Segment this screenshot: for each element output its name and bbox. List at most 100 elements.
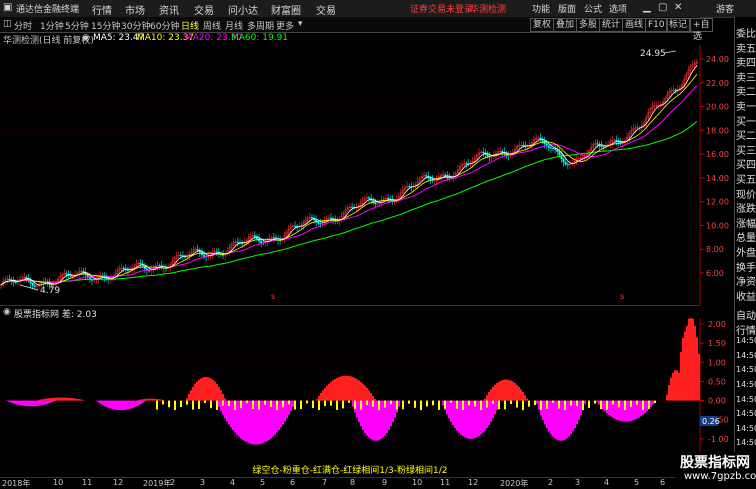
- fuquan-button[interactable]: 复权: [530, 18, 554, 32]
- period-daily[interactable]: 日线: [181, 19, 199, 32]
- quote-field: 外盘: [736, 244, 756, 259]
- tongji-button[interactable]: 统计: [599, 18, 623, 32]
- indicator-magenta-bar: [472, 401, 474, 439]
- f10-button[interactable]: F10: [645, 18, 668, 32]
- period-30min[interactable]: 30分钟: [121, 19, 150, 32]
- candle-body: [237, 242, 239, 243]
- indicator-magenta-bar: [562, 401, 564, 441]
- candle-body: [387, 198, 389, 199]
- indicator-chart[interactable]: 2.001.501.000.500.00-0.50-1.00-1.50 0.26…: [0, 318, 734, 477]
- indicator-red-bar: [74, 398, 76, 400]
- indicator-magenta-bar: [638, 401, 640, 418]
- menu-wenxiaoda[interactable]: 问小达: [228, 2, 258, 17]
- indicator-red-bar: [668, 385, 670, 401]
- indicator-yellow-bar: [540, 401, 542, 410]
- indicator-red-bar: [214, 382, 216, 401]
- close-icon[interactable]: ✕: [674, 2, 682, 13]
- indicator-magenta-bar: [552, 401, 554, 437]
- price-chart[interactable]: 24.0022.0020.0018.0016.0014.0012.0010.00…: [0, 45, 734, 305]
- panel-toggle-icon[interactable]: ◫: [3, 19, 12, 29]
- restore-icon[interactable]: ▢: [658, 2, 667, 13]
- period-multi[interactable]: 多周期: [247, 19, 274, 32]
- indicator-red-bar: [60, 398, 62, 401]
- menu-banmian[interactable]: 版面: [558, 2, 576, 15]
- quote-field: 涨幅: [736, 215, 756, 230]
- period-fenshi[interactable]: 分时: [14, 19, 32, 32]
- indicator-red-bar: [140, 400, 142, 401]
- menu-zixun[interactable]: 资讯: [159, 2, 179, 17]
- menu-caifuquan[interactable]: 财富圈: [271, 2, 301, 17]
- indicator-red-bar: [694, 326, 696, 401]
- indicator-magenta-bar: [366, 401, 368, 436]
- indicator-yellow-bar: [192, 401, 194, 410]
- period-1min[interactable]: 1分钟: [40, 19, 64, 32]
- candle-body: [241, 243, 243, 244]
- time-axis-label: 4: [604, 478, 609, 487]
- candle-body: [197, 249, 199, 250]
- user-label[interactable]: 游客: [716, 2, 734, 15]
- biaoji-button[interactable]: 标记: [666, 18, 690, 32]
- indicator-yellow-bar: [624, 401, 626, 411]
- quote-field: 行情: [736, 322, 756, 337]
- indicator-magenta-bar: [468, 401, 470, 439]
- indicator-yellow-bar: [354, 401, 356, 409]
- indicator-yellow-bar: [588, 401, 590, 408]
- indicator-yellow-bar: [276, 401, 278, 411]
- indicator-red-bar: [216, 384, 218, 401]
- add-watchlist-button[interactable]: +自选: [690, 18, 713, 32]
- indicator-yellow-bar: [360, 401, 362, 410]
- indicator-magenta-bar: [364, 401, 366, 433]
- legend-toggle-icon[interactable]: ◉: [82, 33, 90, 43]
- menu-shichang[interactable]: 市场: [125, 2, 145, 17]
- indicator-toggle-icon[interactable]: ◉: [3, 307, 11, 317]
- indicator-yellow-bar: [282, 401, 284, 408]
- menu-gongneng[interactable]: 功能: [532, 2, 550, 15]
- marker-s-1: s: [271, 292, 275, 301]
- indicator-yellow-bar: [288, 401, 290, 405]
- login-status[interactable]: 证券交易未登录: [410, 2, 473, 15]
- period-60min[interactable]: 60分钟: [150, 19, 179, 32]
- period-monthly[interactable]: 月线: [225, 19, 243, 32]
- indicator-magenta-bar: [12, 401, 14, 404]
- diejia-button[interactable]: 叠加: [553, 18, 577, 32]
- indicator-yellow-bar: [348, 401, 350, 403]
- menu-xuanxiang[interactable]: 选项: [609, 2, 627, 15]
- indicator-red-bar: [320, 393, 322, 401]
- time-axis-label: 2020年: [500, 478, 528, 489]
- price-tick-label: 20.00: [706, 103, 729, 112]
- indicator-magenta-bar: [538, 401, 540, 410]
- indicator-yellow-bar: [228, 401, 230, 406]
- more-dropdown-icon[interactable]: ▾: [298, 19, 303, 29]
- quote-field: 买五: [736, 171, 756, 186]
- period-more[interactable]: 更多: [276, 19, 294, 32]
- menu-hangqing[interactable]: 行情: [92, 2, 112, 17]
- minimize-icon[interactable]: ▁: [643, 2, 651, 13]
- menu-jiaoyi-2[interactable]: 交易: [316, 2, 336, 17]
- period-weekly[interactable]: 周线: [203, 19, 221, 32]
- quote-field: 14:50: [736, 351, 756, 360]
- huaxian-button[interactable]: 画线: [622, 18, 646, 32]
- period-5min[interactable]: 5分钟: [65, 19, 89, 32]
- menu-gongshi[interactable]: 公式: [584, 2, 602, 15]
- indicator-yellow-bar: [408, 401, 410, 404]
- indicator-red-bar: [670, 378, 672, 401]
- period-15min[interactable]: 15分钟: [91, 19, 120, 32]
- indicator-magenta-bar: [596, 401, 598, 402]
- indicator-magenta-bar: [356, 401, 358, 418]
- indicator-yellow-bar: [552, 401, 554, 403]
- quote-field: 14:50: [736, 395, 756, 404]
- duogu-button[interactable]: 多股: [576, 18, 600, 32]
- indicator-magenta-bar: [232, 401, 234, 430]
- indicator-magenta-bar: [584, 401, 586, 404]
- indicator-red-bar: [688, 319, 690, 401]
- indicator-red-bar: [512, 382, 514, 401]
- indicator-magenta-bar: [116, 401, 118, 410]
- indicator-yellow-bar: [180, 401, 182, 407]
- indicator-magenta-bar: [264, 401, 266, 443]
- indicator-yellow-bar: [312, 401, 314, 408]
- indicator-magenta-bar: [120, 401, 122, 411]
- menu-jiaoyi[interactable]: 交易: [194, 2, 214, 17]
- indicator-yellow-bar: [156, 401, 158, 410]
- quote-field: 涨跌: [736, 200, 756, 215]
- indicator-yellow-bar: [600, 401, 602, 410]
